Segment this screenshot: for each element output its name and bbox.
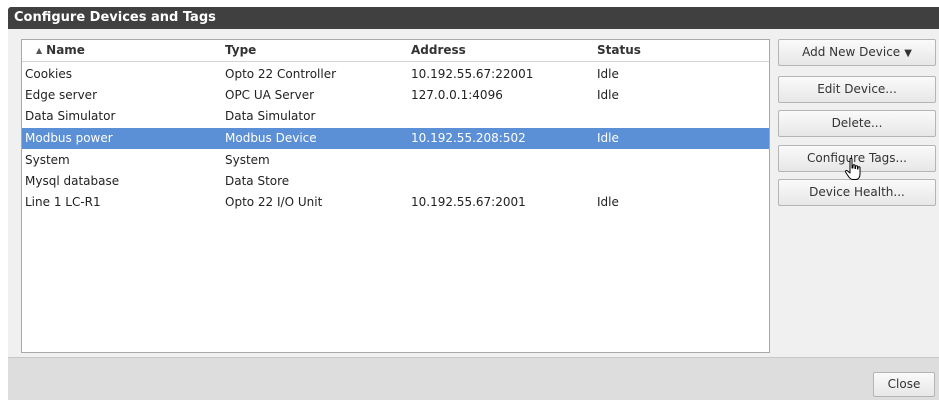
cell-address: 10.192.55.208:502 xyxy=(411,131,526,145)
dialog-footer: Close xyxy=(8,357,939,400)
cell-address: 10.192.55.67:22001 xyxy=(411,67,534,81)
cell-name: Modbus power xyxy=(25,131,113,145)
table-row-selected[interactable]: Modbus power Modbus Device 10.192.55.208… xyxy=(22,128,769,149)
column-header-address[interactable]: Address xyxy=(411,40,466,62)
dropdown-caret-icon: ▼ xyxy=(904,48,912,59)
cell-status: Idle xyxy=(597,195,619,209)
title-bar: Configure Devices and Tags xyxy=(0,0,939,29)
table-row[interactable]: Edge server OPC UA Server 127.0.0.1:4096… xyxy=(22,85,769,106)
cell-status: Idle xyxy=(597,131,619,145)
cell-name: Edge server xyxy=(25,88,97,102)
cell-type: Data Simulator xyxy=(225,109,316,123)
dialog-body: ▲ Name Type Address Status Cookies Opto 2… xyxy=(8,29,939,357)
cell-type: OPC UA Server xyxy=(225,88,315,102)
cell-type: Opto 22 Controller xyxy=(225,67,337,81)
dialog-title: Configure Devices and Tags xyxy=(8,7,939,29)
device-health-button[interactable]: Device Health... xyxy=(778,179,936,206)
cell-status: Idle xyxy=(597,88,619,102)
table-row[interactable]: System System xyxy=(22,150,769,171)
column-header-type[interactable]: Type xyxy=(225,40,256,62)
table-header: ▲ Name Type Address Status xyxy=(22,40,769,62)
cell-name: Data Simulator xyxy=(25,109,116,123)
cell-name: Mysql database xyxy=(25,174,120,188)
table-row[interactable]: Data Simulator Data Simulator xyxy=(22,106,769,127)
table-row[interactable]: Mysql database Data Store xyxy=(22,171,769,192)
cell-type: Data Store xyxy=(225,174,290,188)
cell-type: System xyxy=(225,153,270,167)
cell-type: Opto 22 I/O Unit xyxy=(225,195,323,209)
cell-type: Modbus Device xyxy=(225,131,317,145)
cell-name: Cookies xyxy=(25,67,72,81)
cell-name: Line 1 LC-R1 xyxy=(25,195,101,209)
sort-ascending-icon: ▲ xyxy=(36,46,43,55)
edit-device-button[interactable]: Edit Device... xyxy=(778,76,936,103)
cell-name: System xyxy=(25,153,70,167)
delete-button[interactable]: Delete... xyxy=(778,110,936,137)
column-header-name[interactable]: ▲ Name xyxy=(36,40,85,62)
devices-table: ▲ Name Type Address Status Cookies Opto 2… xyxy=(21,39,770,353)
cell-address: 127.0.0.1:4096 xyxy=(411,88,503,102)
close-button[interactable]: Close xyxy=(873,372,935,397)
table-row[interactable]: Line 1 LC-R1 Opto 22 I/O Unit 10.192.55.… xyxy=(22,192,769,213)
cell-address: 10.192.55.67:2001 xyxy=(411,195,526,209)
column-header-status[interactable]: Status xyxy=(597,40,641,62)
add-new-device-button[interactable]: Add New Device ▼ xyxy=(778,39,936,66)
hand-pointer-cursor-icon xyxy=(843,157,865,183)
table-row[interactable]: Cookies Opto 22 Controller 10.192.55.67:… xyxy=(22,64,769,85)
configure-devices-dialog: Configure Devices and Tags ▲ Name Type Ad… xyxy=(0,0,939,400)
cell-status: Idle xyxy=(597,67,619,81)
